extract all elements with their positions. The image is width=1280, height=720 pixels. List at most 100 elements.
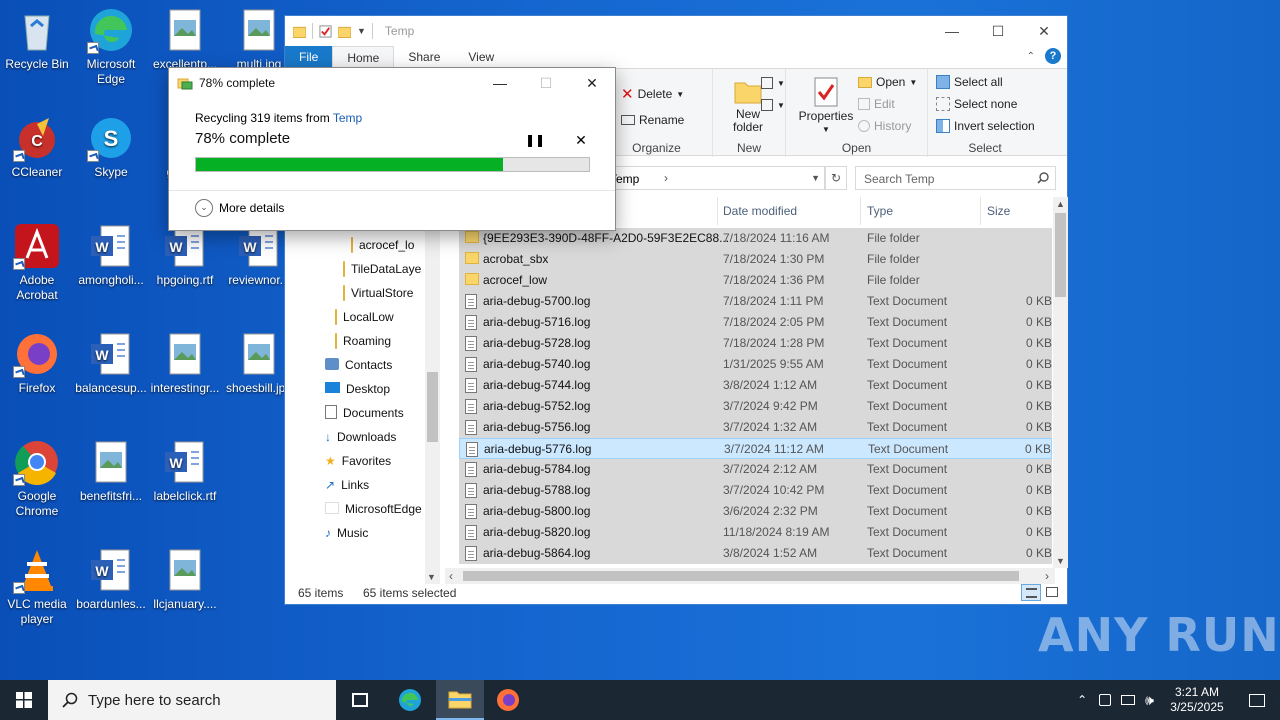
pause-button[interactable]: ❚❚ [525, 130, 545, 150]
desktop-icon-balancesup[interactable]: Wbalancesup... [74, 330, 148, 396]
chevron-up-icon[interactable]: ▲ [1056, 199, 1065, 209]
nav-item[interactable]: acrocef_lo [351, 233, 414, 257]
rename-button[interactable]: Rename [621, 113, 684, 127]
desktop-icon-excellentp[interactable]: excellentp... [148, 6, 222, 72]
new-folder-icon[interactable] [338, 25, 351, 38]
delete-button[interactable]: ✕ Delete ▼ [621, 85, 684, 103]
chevron-right-icon[interactable]: › [1045, 569, 1049, 583]
file-scroll-thumb[interactable] [1055, 213, 1066, 297]
table-row[interactable]: aria-debug-5864.log 3/8/2024 1:52 AM Text … [459, 543, 1052, 564]
desktop-icon-ccleaner[interactable]: C CCleaner [0, 114, 74, 180]
invert-selection-button[interactable]: Invert selection [936, 119, 1035, 133]
nav-item[interactable]: ★ Favorites [325, 449, 391, 473]
desktop-icon-recycle-bin[interactable]: Recycle Bin [0, 6, 74, 72]
start-button[interactable] [0, 680, 48, 720]
properties-button[interactable]: Properties ▼ [798, 77, 854, 136]
desktop-icon-vlc-media-player[interactable]: VLC media player [0, 546, 74, 627]
nav-item[interactable]: ↓ Downloads [325, 425, 396, 449]
help-icon[interactable]: ? [1045, 48, 1061, 64]
chevron-left-icon[interactable]: ‹ [449, 569, 453, 583]
desktop-icon-hpgoing[interactable]: Whpgoing.rtf [148, 222, 222, 288]
nav-scroll-thumb[interactable] [427, 372, 438, 442]
nav-item[interactable]: TileDataLaye [343, 257, 421, 281]
nav-item[interactable]: Contacts [325, 353, 392, 377]
taskbar-edge-button[interactable] [386, 680, 434, 720]
table-row[interactable]: acrocef_low 7/18/2024 1:36 PM File folder [459, 270, 1052, 291]
minimize-button[interactable]: — [477, 68, 523, 98]
select-all-button[interactable]: Select all [936, 75, 1003, 89]
column-date-modified[interactable]: Date modified [723, 197, 797, 225]
chevron-up-icon[interactable]: ⌃ [1027, 51, 1035, 62]
notifications-button[interactable] [1234, 680, 1280, 720]
details-view-button[interactable] [1021, 584, 1041, 601]
desktop-icon-boardunles[interactable]: Wboardunles... [74, 546, 148, 612]
desktop-icon-labelclick[interactable]: Wlabelclick.rtf [148, 438, 222, 504]
table-row[interactable]: aria-debug-5716.log 7/18/2024 2:05 PM Text… [459, 312, 1052, 333]
nav-item[interactable]: ♪ Music [325, 521, 368, 545]
table-row[interactable]: aria-debug-5728.log 7/18/2024 1:28 PM Text… [459, 333, 1052, 354]
desktop-icon-google-chrome[interactable]: Google Chrome [0, 438, 74, 519]
refresh-button[interactable]: ↻ [825, 166, 847, 190]
desktop-icon-skype[interactable]: S Skype [74, 114, 148, 180]
table-row[interactable]: aria-debug-5784.log 3/7/2024 2:12 AM Text … [459, 459, 1052, 480]
close-button[interactable]: ✕ [569, 68, 615, 98]
taskbar-firefox-button[interactable] [484, 680, 532, 720]
tab-share[interactable]: Share [394, 46, 454, 68]
maximize-button[interactable]: ☐ [975, 16, 1021, 46]
tab-view[interactable]: View [454, 46, 508, 68]
table-row[interactable]: aria-debug-5756.log 3/7/2024 1:32 AM Text … [459, 417, 1052, 438]
nav-item[interactable]: Roaming [335, 329, 391, 353]
task-view-button[interactable] [336, 680, 384, 720]
desktop-icon-amongholi[interactable]: Wamongholi... [74, 222, 148, 288]
file-list-scrollbar[interactable]: ▲ ▼ [1053, 197, 1068, 568]
more-details-button[interactable]: ⌄ More details [195, 199, 284, 217]
search-box[interactable]: Search Temp [855, 166, 1056, 190]
minimize-button[interactable]: — [929, 16, 975, 46]
table-row[interactable]: aria-debug-5700.log 7/18/2024 1:11 PM Text… [459, 291, 1052, 312]
nav-scrollbar[interactable]: ▼ [425, 222, 440, 584]
large-icons-view-button[interactable] [1043, 584, 1061, 601]
nav-item[interactable]: ↗ Links [325, 473, 369, 497]
chevron-down-icon[interactable]: ▼ [357, 26, 366, 36]
table-row[interactable]: aria-debug-5800.log 3/6/2024 2:32 PM Text … [459, 501, 1052, 522]
chevron-down-icon[interactable]: ▼ [1056, 556, 1065, 566]
tab-file[interactable]: File [285, 46, 333, 68]
edit-button[interactable]: Edit [858, 97, 895, 111]
desktop-icon-interestingr[interactable]: interestingr... [148, 330, 222, 396]
volume-icon[interactable]: 🕪 [1145, 692, 1154, 709]
table-row[interactable]: aria-debug-5788.log 3/7/2024 10:42 PM Text… [459, 480, 1052, 501]
taskbar-clock[interactable]: 3:21 AM 3/25/2025 [1160, 685, 1234, 715]
new-item-button[interactable]: ▼ [761, 77, 785, 89]
table-row[interactable]: aria-debug-5776.log 3/7/2024 11:12 AM Text… [459, 438, 1052, 459]
column-type[interactable]: Type [867, 197, 893, 225]
close-button[interactable]: ✕ [1021, 16, 1067, 46]
table-row[interactable]: aria-debug-5744.log 3/8/2024 1:12 AM Text … [459, 375, 1052, 396]
taskbar-file-explorer-button[interactable] [436, 680, 484, 720]
table-row[interactable]: {9EE293E3-390D-48FF-A2D0-59F3E2EC88... 7/… [459, 228, 1052, 249]
nav-item[interactable]: LocalLow [335, 305, 394, 329]
desktop-icon-firefox[interactable]: Firefox [0, 330, 74, 396]
desktop-icon-microsoft-edge[interactable]: Microsoft Edge [74, 6, 148, 87]
device-icon[interactable] [1099, 694, 1112, 706]
desktop-icon-benefitsfri[interactable]: benefitsfri... [74, 438, 148, 504]
table-row[interactable]: aria-debug-5752.log 3/7/2024 9:42 PM Text … [459, 396, 1052, 417]
horizontal-scroll-thumb[interactable] [463, 571, 1019, 581]
easy-access-button[interactable]: ▼ [761, 99, 785, 111]
open-button[interactable]: Open ▼ [858, 75, 917, 89]
nav-item[interactable]: Documents [325, 401, 404, 425]
properties-icon[interactable] [319, 24, 332, 38]
table-row[interactable]: aria-debug-5740.log 1/31/2025 9:55 AM Text… [459, 354, 1052, 375]
column-size[interactable]: Size [987, 197, 1010, 225]
tab-home[interactable]: Home [332, 46, 395, 68]
table-row[interactable]: acrobat_sbx 7/18/2024 1:30 PM File folder [459, 249, 1052, 270]
nav-item[interactable]: Desktop [325, 377, 390, 401]
desktop-icon-adobe-acrobat[interactable]: Adobe Acrobat [0, 222, 74, 303]
chevron-up-icon[interactable]: ⌃ [1077, 693, 1087, 707]
history-button[interactable]: History [858, 119, 911, 133]
source-folder-link[interactable]: Temp [333, 111, 362, 125]
chevron-down-icon[interactable]: ▼ [811, 173, 820, 183]
select-none-button[interactable]: Select none [936, 97, 1017, 111]
nav-item[interactable]: VirtualStore [343, 281, 413, 305]
chevron-down-icon[interactable]: ▼ [427, 572, 436, 582]
table-row[interactable]: aria-debug-5820.log 11/18/2024 8:19 AM Tex… [459, 522, 1052, 543]
